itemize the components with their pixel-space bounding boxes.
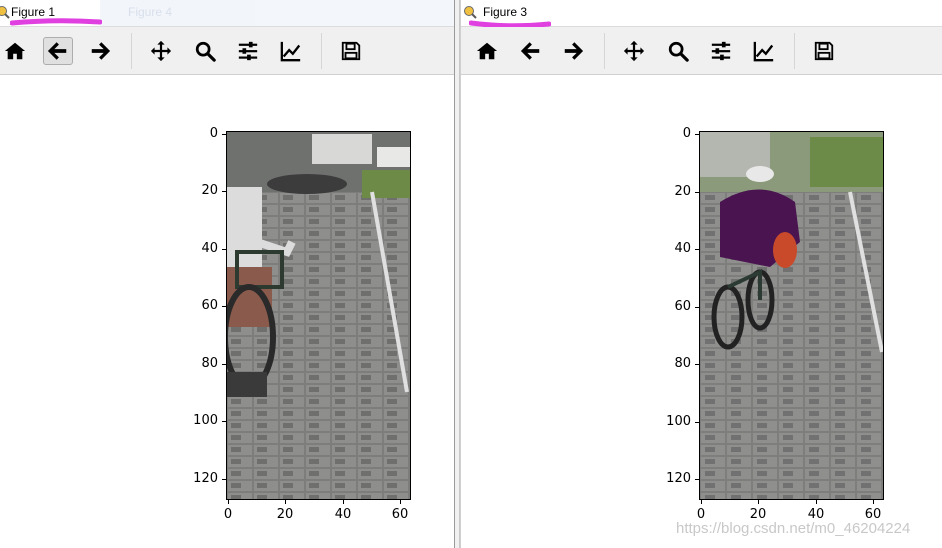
configure-subplots-button[interactable] <box>233 37 263 65</box>
y-tick <box>222 421 226 422</box>
y-tick <box>222 306 226 307</box>
figure-3-window: Figure 3 0 20 40 60 80 100 120 0 20 40 6… <box>460 0 942 548</box>
y-tick <box>695 307 699 308</box>
x-tick <box>701 500 702 504</box>
y-tick-label: 40 <box>201 241 218 256</box>
y-tick-label: 0 <box>209 126 218 141</box>
x-tick-label: 60 <box>391 507 409 522</box>
watermark: https://blog.csdn.net/m0_46204224 <box>676 520 911 537</box>
zoom-button[interactable] <box>663 37 693 65</box>
highlight-mark <box>10 18 102 26</box>
x-tick-label: 20 <box>276 507 294 522</box>
y-tick <box>222 134 226 135</box>
image-plot[interactable] <box>699 131 884 500</box>
edit-axis-button[interactable] <box>749 37 779 65</box>
edit-axis-button[interactable] <box>276 37 306 65</box>
zoom-icon <box>668 41 689 62</box>
image-plot[interactable] <box>226 131 411 500</box>
back-arrow-icon <box>520 42 540 60</box>
app-icon <box>464 6 477 19</box>
y-tick <box>222 364 226 365</box>
pan-icon <box>150 40 172 62</box>
y-tick-label: 40 <box>674 241 691 256</box>
back-button[interactable] <box>43 37 73 65</box>
cyclist-image <box>227 132 410 499</box>
home-button[interactable] <box>0 37 30 65</box>
y-tick-label: 100 <box>193 413 218 428</box>
back-arrow-icon <box>47 42 67 60</box>
forward-arrow-icon <box>91 42 111 60</box>
y-tick <box>695 479 699 480</box>
x-tick <box>228 500 229 504</box>
forward-button[interactable] <box>558 37 588 65</box>
save-icon <box>341 41 361 61</box>
x-tick-label: 0 <box>223 507 233 522</box>
pan-button[interactable] <box>146 37 176 65</box>
y-tick-label: 80 <box>674 356 691 371</box>
edit-axis-icon <box>280 41 301 62</box>
x-tick <box>400 500 401 504</box>
navigation-toolbar <box>0 27 454 75</box>
pan-button[interactable] <box>619 37 649 65</box>
pan-icon <box>623 40 645 62</box>
toolbar-separator <box>794 33 795 69</box>
background-tab: Figure 4 <box>100 0 460 26</box>
y-tick-label: 80 <box>201 356 218 371</box>
y-tick <box>222 479 226 480</box>
configure-subplots-icon <box>711 41 731 61</box>
y-tick <box>695 134 699 135</box>
y-tick <box>222 191 226 192</box>
y-tick <box>695 192 699 193</box>
y-tick-label: 120 <box>193 471 218 486</box>
x-tick <box>758 500 759 504</box>
cyclist-image <box>700 132 883 499</box>
window-title: Figure 1 <box>11 5 56 19</box>
configure-subplots-button[interactable] <box>706 37 736 65</box>
save-icon <box>814 41 834 61</box>
y-tick <box>695 364 699 365</box>
zoom-button[interactable] <box>190 37 220 65</box>
app-icon <box>0 6 10 19</box>
x-tick <box>285 500 286 504</box>
y-tick-label: 100 <box>666 414 691 429</box>
title-bar[interactable]: Figure 3 <box>461 0 942 28</box>
background-tab-title: Figure 4 <box>128 5 173 19</box>
forward-arrow-icon <box>564 42 584 60</box>
configure-subplots-icon <box>238 41 258 61</box>
title-bar[interactable]: Figure 4 Figure 1 <box>0 0 460 27</box>
save-button[interactable] <box>336 37 366 65</box>
home-icon <box>4 42 26 60</box>
back-button[interactable] <box>516 37 546 65</box>
toolbar-separator <box>604 33 605 69</box>
save-button[interactable] <box>809 37 839 65</box>
y-tick-label: 20 <box>201 183 218 198</box>
x-tick-label: 40 <box>334 507 352 522</box>
forward-button[interactable] <box>85 37 115 65</box>
figure-1-window: Figure 4 Figure 1 0 20 40 60 80 100 120 … <box>0 0 460 548</box>
navigation-toolbar <box>461 27 942 75</box>
toolbar-separator <box>131 33 132 69</box>
toolbar-separator <box>321 33 322 69</box>
y-tick <box>695 422 699 423</box>
x-tick <box>343 500 344 504</box>
edit-axis-icon <box>753 41 774 62</box>
x-tick <box>873 500 874 504</box>
x-tick <box>816 500 817 504</box>
y-tick-label: 60 <box>201 298 218 313</box>
home-button[interactable] <box>472 37 502 65</box>
zoom-icon <box>195 41 216 62</box>
y-tick-label: 120 <box>666 471 691 486</box>
home-icon <box>476 42 498 60</box>
y-tick <box>695 249 699 250</box>
y-tick-label: 0 <box>682 126 691 141</box>
y-tick <box>222 249 226 250</box>
window-title: Figure 3 <box>483 5 528 19</box>
y-tick-label: 60 <box>674 299 691 314</box>
y-tick-label: 20 <box>674 184 691 199</box>
